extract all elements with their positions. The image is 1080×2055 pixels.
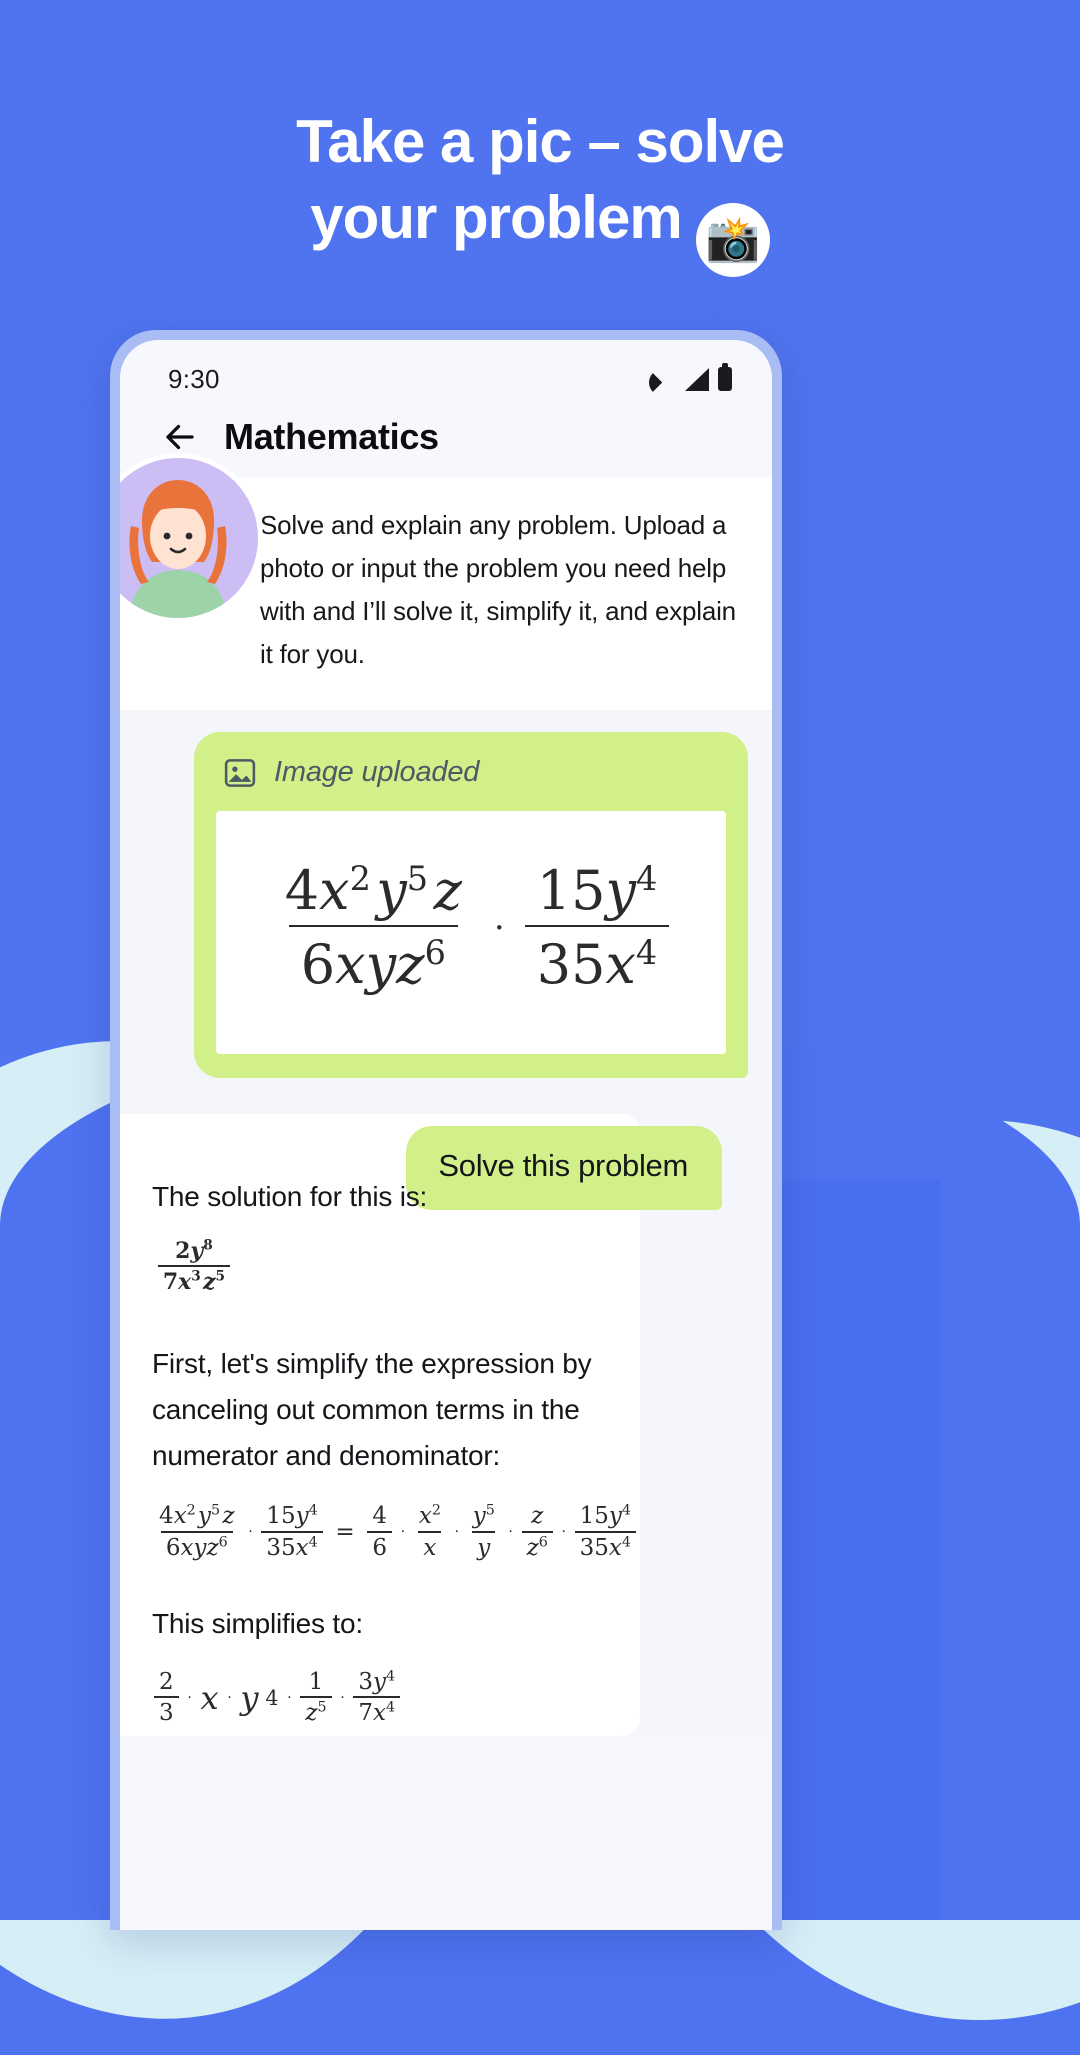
- image-uploaded-label-row: Image uploaded: [216, 754, 726, 811]
- camera-icon: 📸: [695, 203, 770, 277]
- image-upload-bubble[interactable]: Image uploaded 4x2 y5 z 6xyz6 · 15y4 35x…: [194, 732, 748, 1078]
- phone-mockup: 9:30 Mathematics Solve and explain any p…: [110, 330, 782, 1930]
- assistant-intro-text: Solve and explain any problem. Upload a …: [260, 510, 736, 669]
- bot-step-2-wrap: 23 · x · y 4 · 1 z5 · 3y4 7x4: [152, 1647, 610, 1726]
- promo-headline: Take a pic – solve your problem 📸: [0, 104, 1080, 277]
- battery-icon: [718, 363, 732, 391]
- headline-line-1: Take a pic – solve: [296, 108, 785, 175]
- uploaded-formula-card: 4x2 y5 z 6xyz6 · 15y4 35x4: [216, 811, 726, 1054]
- assistant-intro: Solve and explain any problem. Upload a …: [120, 458, 772, 710]
- page-title: Mathematics: [224, 416, 439, 457]
- avatar: [120, 458, 258, 618]
- status-icons: [649, 363, 732, 396]
- bot-step-1: 4x2 y5 z 6xyz6 · 15y4 35x4 = 46 · x2 x · …: [154, 1503, 636, 1561]
- phone-screen: 9:30 Mathematics Solve and explain any p…: [120, 340, 772, 1930]
- bot-explanation-1: First, let's simplify the expression by …: [152, 1348, 592, 1472]
- wifi-icon: [649, 369, 676, 396]
- status-time: 9:30: [168, 363, 220, 394]
- bot-answer-formula: 2y8 7x3 z5: [158, 1238, 230, 1295]
- back-arrow-icon[interactable]: [162, 419, 198, 455]
- signal-icon: [685, 367, 709, 391]
- avatar-illustration: [120, 458, 258, 618]
- headline-line-2-wrap: your problem 📸: [0, 180, 1080, 277]
- chat-thread: Image uploaded 4x2 y5 z 6xyz6 · 15y4 35x…: [120, 710, 772, 1737]
- user-message-bubble[interactable]: Solve this problem: [406, 1125, 722, 1210]
- uploaded-formula: 4x2 y5 z 6xyz6 · 15y4 35x4: [273, 859, 670, 996]
- app-bar: Mathematics: [120, 404, 772, 478]
- status-bar: 9:30: [120, 340, 772, 404]
- bot-step-1-wrap: 4x2 y5 z 6xyz6 · 15y4 35x4 = 46 · x2 x · …: [152, 1479, 636, 1579]
- bot-answer-formula-wrap: 2y8 7x3 z5: [152, 1220, 610, 1302]
- bot-explanation-2: This simplifies to:: [152, 1607, 363, 1639]
- image-icon: [224, 758, 256, 787]
- headline-line-2: your problem: [310, 184, 682, 251]
- image-uploaded-label: Image uploaded: [274, 756, 480, 788]
- bot-step-2: 23 · x · y 4 · 1 z5 · 3y4 7x4: [154, 1669, 401, 1726]
